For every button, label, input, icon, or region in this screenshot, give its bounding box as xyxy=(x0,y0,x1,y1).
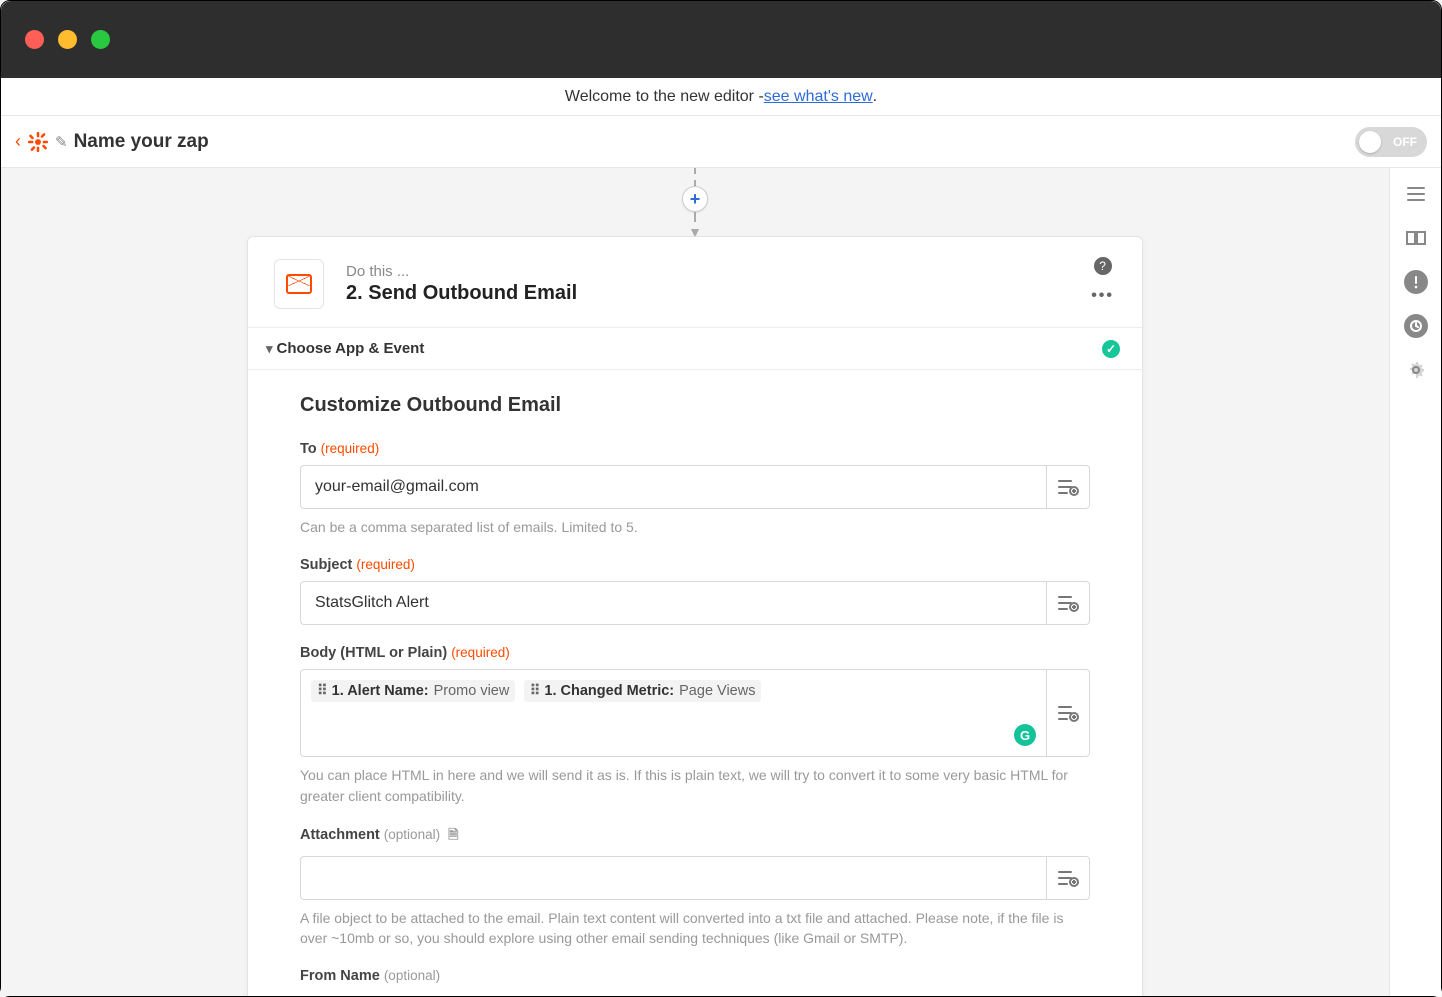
section-complete-icon: ✓ xyxy=(1102,340,1120,358)
subject-required-badge: (required) xyxy=(356,557,415,572)
field-attachment: Attachment (optional) 🗎 A file object to… xyxy=(300,826,1090,949)
step-card: Do this ... 2. Send Outbound Email ? •••… xyxy=(247,236,1143,996)
step-menu-icon[interactable]: ••• xyxy=(1091,287,1114,305)
subject-label: Subject xyxy=(300,557,352,573)
to-help: Can be a comma separated list of emails.… xyxy=(300,517,1090,537)
body-insert-data-button[interactable] xyxy=(1046,669,1090,757)
file-icon: 🗎 xyxy=(448,827,458,842)
rail-guide-icon[interactable] xyxy=(1404,226,1428,250)
body-help: You can place HTML in here and we will s… xyxy=(300,765,1090,806)
to-label: To xyxy=(300,441,317,457)
attachment-help: A file object to be attached to the emai… xyxy=(300,908,1090,949)
pill2-label: 1. Changed Metric: xyxy=(544,683,674,699)
customize-form: Customize Outbound Email To (required) C… xyxy=(248,370,1142,996)
field-body: Body (HTML or Plain) (required) ⠿ 1. Ale… xyxy=(300,645,1090,806)
welcome-banner: Welcome to the new editor - see what's n… xyxy=(1,78,1441,116)
body-label: Body (HTML or Plain) xyxy=(300,645,447,661)
subject-insert-data-button[interactable] xyxy=(1046,581,1090,625)
section-label: Choose App & Event xyxy=(277,340,425,357)
to-input[interactable] xyxy=(300,465,1046,509)
body-pill-changed-metric[interactable]: ⠿ 1. Changed Metric: Page Views xyxy=(524,680,762,702)
rail-settings-icon[interactable] xyxy=(1404,358,1428,382)
toggle-knob xyxy=(1359,131,1381,153)
choose-app-section[interactable]: ▾ Choose App & Event ✓ xyxy=(248,327,1142,370)
from-name-label: From Name xyxy=(300,968,380,984)
step-title: 2. Send Outbound Email xyxy=(346,282,1116,305)
canvas: + ▼ Do this ... 2. Send Outbound Email ?… xyxy=(1,168,1389,996)
step-header: Do this ... 2. Send Outbound Email ? ••• xyxy=(248,237,1142,327)
toggle-label: OFF xyxy=(1393,135,1417,149)
to-insert-data-button[interactable] xyxy=(1046,465,1090,509)
attachment-input[interactable] xyxy=(300,856,1046,900)
minimize-window-icon[interactable] xyxy=(58,30,77,49)
attachment-insert-data-button[interactable] xyxy=(1046,856,1090,900)
field-subject: Subject (required) xyxy=(300,557,1090,625)
attachment-label: Attachment xyxy=(300,827,380,843)
pill2-value: Page Views xyxy=(679,683,755,699)
maximize-window-icon[interactable] xyxy=(91,30,110,49)
body-input[interactable]: ⠿ 1. Alert Name: Promo view ⠿ 1. Changed… xyxy=(300,669,1046,757)
zapier-logo-icon[interactable] xyxy=(27,131,49,153)
rail-history-icon[interactable] xyxy=(1404,314,1428,338)
body-pill-alert-name[interactable]: ⠿ 1. Alert Name: Promo view xyxy=(311,680,515,702)
right-rail xyxy=(1389,168,1441,996)
rail-alert-icon[interactable] xyxy=(1404,270,1428,294)
app-dots-icon: ⠿ xyxy=(317,683,327,699)
window-titlebar xyxy=(1,1,1441,78)
field-to: To (required) Can be a comma separated l… xyxy=(300,441,1090,537)
mail-icon xyxy=(286,274,312,294)
close-window-icon[interactable] xyxy=(25,30,44,49)
add-step-button[interactable]: + xyxy=(682,186,708,212)
pill1-label: 1. Alert Name: xyxy=(332,683,429,699)
connector-line xyxy=(694,168,696,186)
workspace: + ▼ Do this ... 2. Send Outbound Email ?… xyxy=(1,168,1441,996)
step-connector: + ▼ xyxy=(682,168,708,240)
help-icon[interactable]: ? xyxy=(1094,257,1112,275)
attachment-optional-badge: (optional) xyxy=(384,827,440,842)
rail-outline-icon[interactable] xyxy=(1404,182,1428,206)
chevron-down-icon: ▾ xyxy=(266,341,273,357)
app-dots-icon: ⠿ xyxy=(530,683,540,699)
header-left: ‹ ✎ Name your zap xyxy=(15,131,209,153)
edit-name-icon[interactable]: ✎ xyxy=(55,133,68,151)
to-required-badge: (required) xyxy=(321,441,380,456)
whats-new-link[interactable]: see what's new xyxy=(764,88,873,106)
form-title: Customize Outbound Email xyxy=(300,394,1090,417)
editor-header: ‹ ✎ Name your zap OFF xyxy=(1,116,1441,168)
welcome-prefix: Welcome to the new editor - xyxy=(565,88,764,106)
welcome-suffix: . xyxy=(873,88,877,106)
body-required-badge: (required) xyxy=(451,645,510,660)
zap-name[interactable]: Name your zap xyxy=(74,131,209,153)
subject-input[interactable] xyxy=(300,581,1046,625)
pill1-value: Promo view xyxy=(434,683,510,699)
enable-zap-toggle[interactable]: OFF xyxy=(1355,127,1427,157)
back-chevron-icon[interactable]: ‹ xyxy=(15,131,21,152)
step-kind-label: Do this ... xyxy=(346,263,1116,280)
from-name-optional-badge: (optional) xyxy=(384,968,440,983)
connector-line xyxy=(694,212,696,222)
app-icon-email xyxy=(274,259,324,309)
grammarly-icon[interactable]: G xyxy=(1014,724,1036,746)
field-from-name: From Name (optional) xyxy=(300,968,1090,984)
